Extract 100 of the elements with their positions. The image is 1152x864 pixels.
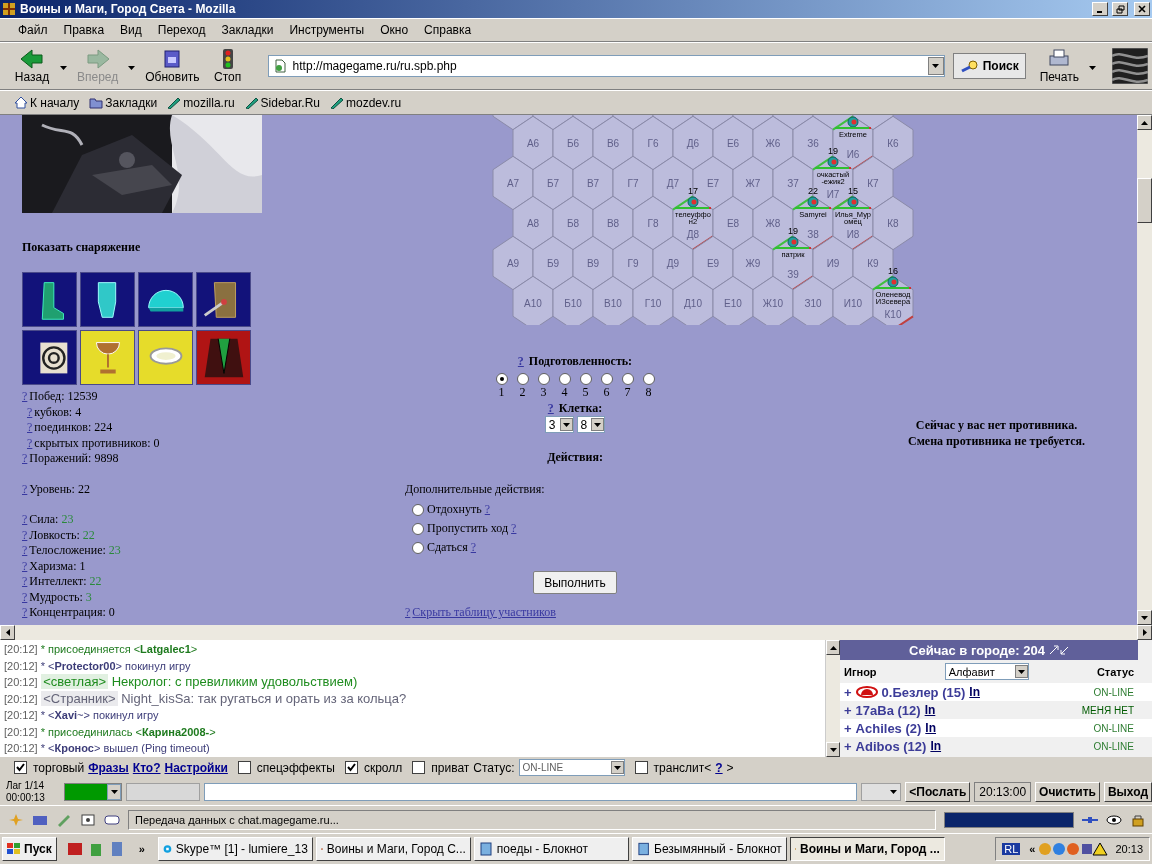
help-link[interactable]: ? xyxy=(27,404,33,419)
hex-cell[interactable]: Б7 xyxy=(532,155,574,211)
cell-select[interactable]: 8 xyxy=(576,416,606,433)
menu-item[interactable]: Файл xyxy=(10,21,56,39)
info-link[interactable]: In xyxy=(969,685,980,699)
hex-cell[interactable]: К8 xyxy=(872,195,914,251)
scroll-thumb[interactable] xyxy=(1137,177,1152,223)
checkbox[interactable] xyxy=(14,761,27,774)
nickname[interactable]: <Странник> xyxy=(41,690,118,706)
color-select[interactable] xyxy=(64,782,122,801)
bookmark-item[interactable]: Sidebar.Ru xyxy=(244,95,320,110)
taskbar-button[interactable]: Безымянный - Блокнот xyxy=(631,837,787,861)
hex-cell[interactable]: И10 xyxy=(832,275,874,325)
help-link[interactable]: ? xyxy=(22,389,28,403)
add-button[interactable]: + xyxy=(844,684,852,700)
hide-table-link[interactable]: Скрыть таблицу участников xyxy=(412,605,556,619)
hex-cell[interactable]: Г7 xyxy=(612,155,654,211)
taskbar-button[interactable]: Skype™ [1] - lumiere_13 xyxy=(157,837,313,861)
equipment-slot[interactable] xyxy=(196,272,251,327)
send-button[interactable]: <Послать xyxy=(905,781,971,802)
player-name[interactable]: 0.Безлер (15) xyxy=(881,684,966,700)
exit-button[interactable]: Выход xyxy=(1103,781,1152,802)
clear-button[interactable]: Очистить xyxy=(1035,781,1100,802)
back-button[interactable]: Назад xyxy=(10,46,54,86)
bookmark-item[interactable]: К началу xyxy=(14,95,80,110)
taskbar-button[interactable]: Воины и Маги, Город С... xyxy=(315,837,471,861)
radio-button[interactable] xyxy=(412,541,424,554)
radio-button[interactable] xyxy=(558,373,571,385)
reload-button[interactable]: Обновить xyxy=(141,46,204,86)
menu-item[interactable]: Вид xyxy=(112,21,150,39)
hex-cell[interactable]: Ж7 xyxy=(732,155,774,211)
option-link[interactable]: Фразы xyxy=(88,760,129,775)
dropdown-button[interactable] xyxy=(927,57,944,75)
bookmark-item[interactable]: Закладки xyxy=(89,95,158,110)
help-link[interactable]: ? xyxy=(22,527,28,542)
language-indicator[interactable]: RL xyxy=(1002,843,1021,855)
nickname[interactable]: <светлая> xyxy=(41,674,109,689)
player-row[interactable]: + Adibos (12) In ON-LINE xyxy=(840,737,1152,755)
search-button[interactable]: Поиск xyxy=(952,53,1026,79)
minimize-button[interactable] xyxy=(1092,2,1108,16)
expand-tray-button[interactable]: « xyxy=(1029,843,1036,855)
hex-cell[interactable]: Ж9 xyxy=(732,235,774,291)
help-link[interactable]: ? xyxy=(22,558,28,573)
help-link[interactable]: ? xyxy=(22,574,28,588)
hex-cell[interactable]: А9 xyxy=(492,235,534,291)
help-link[interactable]: ? xyxy=(470,540,476,555)
equipment-slot[interactable] xyxy=(138,272,193,327)
player-row[interactable]: + 0.Безлер (15) In ON-LINE xyxy=(840,683,1152,701)
player-name[interactable]: 17aBa (12) xyxy=(855,702,921,718)
taskbar-button[interactable]: поеды - Блокнот xyxy=(473,837,629,861)
radio-button[interactable] xyxy=(600,373,613,385)
status-select[interactable]: ON-LINE xyxy=(518,759,625,776)
hex-cell[interactable]: Б9 xyxy=(532,235,574,291)
show-equipment-label[interactable]: Показать снаряжение xyxy=(22,240,400,255)
radio-button[interactable] xyxy=(412,522,424,535)
smiley-select[interactable] xyxy=(861,782,902,801)
unit-icon[interactable] xyxy=(774,236,812,249)
hex-cell[interactable]: Г9 xyxy=(612,235,654,291)
hex-cell[interactable]: Г10 xyxy=(632,275,674,325)
add-button[interactable]: + xyxy=(844,702,852,718)
menu-item[interactable]: Правка xyxy=(55,21,113,39)
help-link[interactable]: ? xyxy=(405,605,411,619)
equipment-slot[interactable] xyxy=(80,330,135,385)
hex-cell[interactable]: А10 xyxy=(512,275,554,325)
hex-cell[interactable]: Е8 xyxy=(712,195,754,251)
hex-cell[interactable]: В9 xyxy=(572,235,614,291)
info-link[interactable]: In xyxy=(924,703,936,717)
checkbox[interactable] xyxy=(412,761,426,774)
info-link[interactable]: In xyxy=(925,721,936,735)
help-link[interactable]: ? xyxy=(547,401,554,416)
add-button[interactable]: + xyxy=(844,738,852,754)
hex-cell[interactable]: А8 xyxy=(512,195,554,251)
hex-cell[interactable]: Д10 xyxy=(672,275,714,325)
radio-button[interactable] xyxy=(412,503,424,516)
quick-launch-icon[interactable] xyxy=(65,841,84,857)
sort-select[interactable]: Алфавит xyxy=(944,663,1029,680)
menu-item[interactable]: Окно xyxy=(372,21,417,39)
radio-button[interactable] xyxy=(579,373,592,385)
help-link[interactable]: ? xyxy=(22,451,28,465)
equipment-slot[interactable] xyxy=(196,330,251,385)
help-link[interactable]: ? xyxy=(22,589,28,604)
player-row[interactable]: + Achiles (2) In ON-LINE xyxy=(840,719,1152,737)
option-link[interactable]: Настройки xyxy=(164,760,228,775)
expand-icon[interactable] xyxy=(1048,645,1069,655)
overflow-button[interactable]: » xyxy=(138,843,145,855)
vertical-scrollbar[interactable] xyxy=(1137,115,1152,625)
player-name[interactable]: Achiles (2) xyxy=(855,720,922,736)
unit-icon[interactable] xyxy=(874,276,912,289)
menu-item[interactable]: Инструменты xyxy=(281,21,373,39)
print-button[interactable]: Печать xyxy=(1035,46,1083,86)
equipment-slot[interactable] xyxy=(138,330,193,385)
unit-icon[interactable] xyxy=(834,196,872,209)
equipment-slot[interactable] xyxy=(22,272,77,327)
hex-cell[interactable]: В8 xyxy=(592,195,634,251)
restore-button[interactable] xyxy=(1112,2,1128,16)
menu-item[interactable]: Переход xyxy=(149,21,214,39)
menu-item[interactable]: Закладки xyxy=(213,21,282,39)
player-row[interactable]: + 17aBa (12) In МЕНЯ НЕТ xyxy=(840,701,1152,719)
nick-field[interactable] xyxy=(126,782,200,801)
option-link[interactable]: Кто? xyxy=(132,760,161,775)
